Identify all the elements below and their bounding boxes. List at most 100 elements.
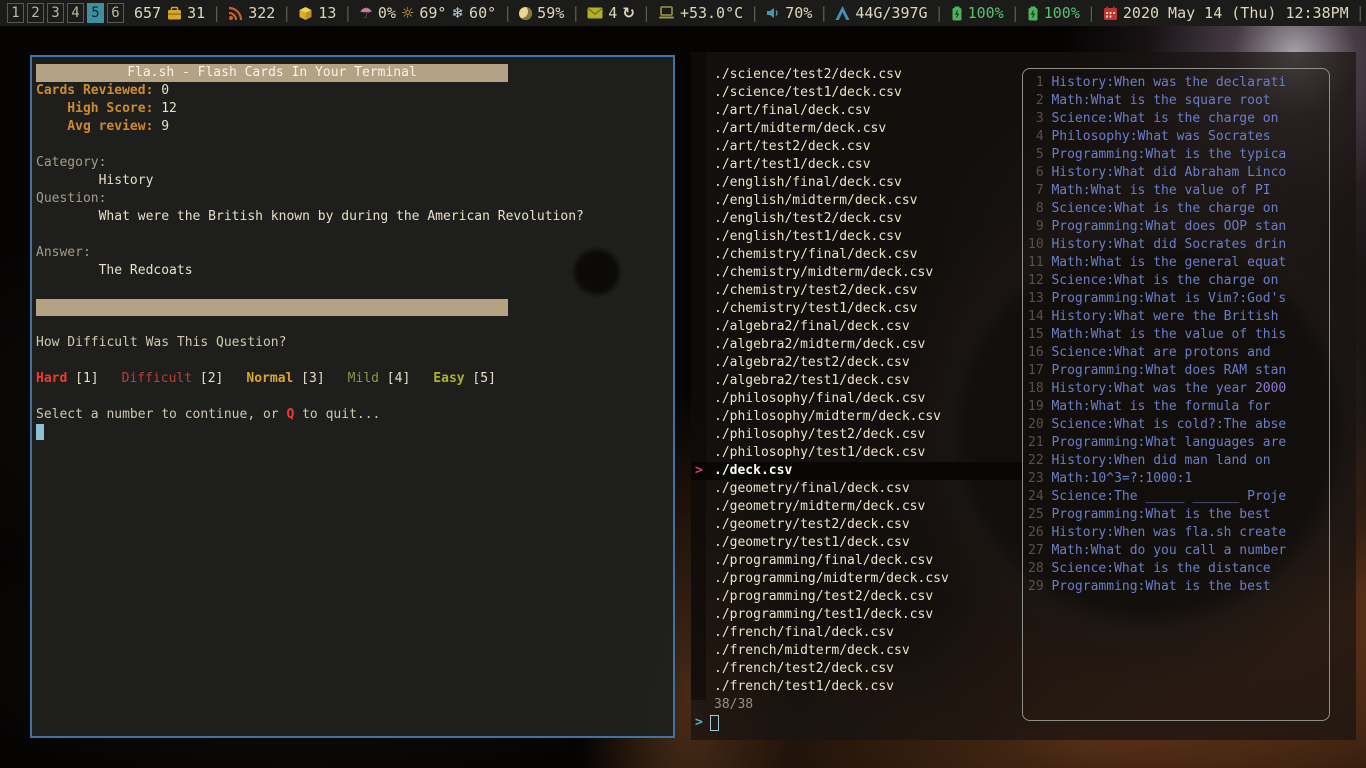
stat-row: Cards Reviewed:0 bbox=[36, 82, 669, 100]
preview-line: 2Math:What is the square root bbox=[1028, 92, 1329, 110]
file-row[interactable]: ./chemistry/final/deck.csv bbox=[691, 246, 1022, 264]
selection-pointer bbox=[691, 192, 706, 210]
card-text: Programming:What is Vim?:God's bbox=[1051, 291, 1286, 306]
answer-label: Answer: bbox=[36, 244, 669, 262]
arch-linux-icon bbox=[835, 6, 850, 20]
category-value: History bbox=[36, 172, 669, 190]
difficulty-label: Easy bbox=[433, 371, 464, 386]
file-row[interactable]: ./programming/midterm/deck.csv bbox=[691, 570, 1022, 588]
file-name: ./english/final/deck.csv bbox=[706, 174, 902, 192]
volume-icon bbox=[766, 6, 780, 20]
file-row[interactable]: ./algebra2/final/deck.csv bbox=[691, 318, 1022, 336]
file-row[interactable]: ./philosophy/test1/deck.csv bbox=[691, 444, 1022, 462]
file-row[interactable]: ./geometry/midterm/deck.csv bbox=[691, 498, 1022, 516]
stat-label: Avg review: bbox=[36, 118, 153, 136]
fzf-terminal-window[interactable]: ./science/test2/deck.csv ./science/test1… bbox=[691, 52, 1356, 740]
file-row[interactable]: ./french/test2/deck.csv bbox=[691, 660, 1022, 678]
file-row[interactable]: ./english/test1/deck.csv bbox=[691, 228, 1022, 246]
file-row[interactable]: ./art/final/deck.csv bbox=[691, 102, 1022, 120]
card-text: Science:What are protons and bbox=[1051, 345, 1270, 360]
progress-bar bbox=[36, 299, 508, 316]
fzf-cursor[interactable] bbox=[710, 715, 719, 731]
separator: | bbox=[750, 4, 759, 22]
difficulty-key: [2] bbox=[192, 371, 223, 386]
file-row[interactable]: ./programming/final/deck.csv bbox=[691, 552, 1022, 570]
refresh-icon[interactable]: ↻ bbox=[622, 6, 635, 21]
file-row[interactable]: ./french/final/deck.csv bbox=[691, 624, 1022, 642]
difficulty-option-hard[interactable]: Hard [1] bbox=[36, 371, 99, 386]
file-row[interactable]: ./chemistry/test1/deck.csv bbox=[691, 300, 1022, 318]
file-row[interactable]: ./art/midterm/deck.csv bbox=[691, 120, 1022, 138]
line-number: 24 bbox=[1028, 488, 1044, 506]
mail-icon bbox=[587, 7, 603, 19]
deck-preview-pane: 1History:When was the declarati2Math:Wha… bbox=[1022, 68, 1330, 721]
umbrella-icon: ☂ bbox=[359, 6, 372, 21]
file-rows: ./science/test2/deck.csv ./science/test1… bbox=[691, 66, 1022, 696]
preview-line: 11Math:What is the general equat bbox=[1028, 254, 1329, 272]
file-row[interactable]: ./english/final/deck.csv bbox=[691, 174, 1022, 192]
line-number: 29 bbox=[1028, 578, 1044, 596]
separator: | bbox=[935, 4, 944, 22]
file-row[interactable]: ./algebra2/midterm/deck.csv bbox=[691, 336, 1022, 354]
moon-segment: 59% bbox=[519, 4, 564, 22]
selection-pointer bbox=[691, 372, 706, 390]
file-row[interactable]: ./philosophy/midterm/deck.csv bbox=[691, 408, 1022, 426]
line-number: 9 bbox=[1028, 218, 1044, 236]
file-row[interactable]: ./algebra2/test1/deck.csv bbox=[691, 372, 1022, 390]
file-row[interactable]: ./geometry/final/deck.csv bbox=[691, 480, 1022, 498]
file-row-selected[interactable]: >./deck.csv bbox=[691, 462, 1022, 480]
file-row[interactable]: ./science/test1/deck.csv bbox=[691, 84, 1022, 102]
selection-pointer bbox=[691, 642, 706, 660]
match-count: 38/38 bbox=[691, 696, 1022, 714]
file-row[interactable]: ./french/midterm/deck.csv bbox=[691, 642, 1022, 660]
file-row[interactable]: ./chemistry/midterm/deck.csv bbox=[691, 264, 1022, 282]
selection-pointer bbox=[691, 120, 706, 138]
file-row[interactable]: ./philosophy/test2/deck.csv bbox=[691, 426, 1022, 444]
card-text: Programming:What is the best bbox=[1051, 579, 1270, 594]
workspace-5[interactable]: 5 bbox=[87, 3, 104, 23]
workspace-6[interactable]: 6 bbox=[107, 3, 124, 23]
file-row[interactable]: ./art/test1/deck.csv bbox=[691, 156, 1022, 174]
file-row[interactable]: ./english/midterm/deck.csv bbox=[691, 192, 1022, 210]
workspace-2[interactable]: 2 bbox=[27, 3, 44, 23]
battery-icon bbox=[1027, 6, 1039, 21]
file-name: ./algebra2/final/deck.csv bbox=[706, 318, 910, 336]
file-row[interactable]: ./philosophy/final/deck.csv bbox=[691, 390, 1022, 408]
difficulty-option-easy[interactable]: Easy [5] bbox=[433, 371, 496, 386]
flash-terminal-window[interactable]: Fla.sh - Flash Cards In Your Terminal Ca… bbox=[30, 55, 675, 738]
selection-pointer bbox=[691, 138, 706, 156]
file-row[interactable]: ./programming/test1/deck.csv bbox=[691, 606, 1022, 624]
file-name: ./programming/test2/deck.csv bbox=[706, 588, 933, 606]
file-row[interactable]: ./geometry/test2/deck.csv bbox=[691, 516, 1022, 534]
workspace-4[interactable]: 4 bbox=[67, 3, 84, 23]
package-icon bbox=[298, 6, 313, 21]
file-row[interactable]: ./geometry/test1/deck.csv bbox=[691, 534, 1022, 552]
file-row[interactable]: ./algebra2/test2/deck.csv bbox=[691, 354, 1022, 372]
terminal-cursor[interactable] bbox=[36, 424, 44, 440]
workspace-3[interactable]: 3 bbox=[47, 3, 64, 23]
card-text: Math:What is the square root bbox=[1051, 93, 1270, 108]
moon-phase-icon bbox=[519, 7, 532, 20]
fzf-prompt-row[interactable]: > bbox=[691, 714, 1022, 732]
card-text: Programming:What does RAM stan bbox=[1051, 363, 1286, 378]
briefcase-segment: 31 bbox=[167, 4, 205, 22]
difficulty-option-normal[interactable]: Normal [3] bbox=[246, 371, 324, 386]
file-row[interactable]: ./english/test2/deck.csv bbox=[691, 210, 1022, 228]
selection-pointer bbox=[691, 84, 706, 102]
package-segment: 13 bbox=[298, 4, 336, 22]
line-number: 27 bbox=[1028, 542, 1044, 560]
card-text: Programming:What languages are bbox=[1051, 435, 1286, 450]
file-row[interactable]: ./programming/test2/deck.csv bbox=[691, 588, 1022, 606]
file-row[interactable]: ./science/test2/deck.csv bbox=[691, 66, 1022, 84]
prompt-symbol: > bbox=[695, 714, 703, 732]
quit-hint: Select a number to continue, or Q to qui… bbox=[36, 406, 669, 424]
file-row[interactable]: ./chemistry/test2/deck.csv bbox=[691, 282, 1022, 300]
difficulty-option-difficult[interactable]: Difficult [2] bbox=[122, 371, 224, 386]
file-name: ./art/test1/deck.csv bbox=[706, 156, 871, 174]
file-row[interactable]: ./french/test1/deck.csv bbox=[691, 678, 1022, 696]
file-row[interactable]: ./art/test2/deck.csv bbox=[691, 138, 1022, 156]
selection-pointer bbox=[691, 408, 706, 426]
file-name: ./philosophy/midterm/deck.csv bbox=[706, 408, 941, 426]
workspace-1[interactable]: 1 bbox=[7, 3, 24, 23]
difficulty-option-mild[interactable]: Mild [4] bbox=[348, 371, 411, 386]
